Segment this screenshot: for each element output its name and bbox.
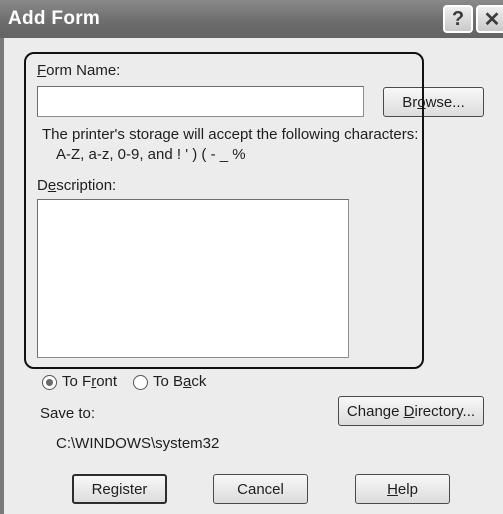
to-back-label-end: ck <box>191 373 207 390</box>
browse-label-end: wse... <box>425 93 465 111</box>
add-form-dialog: Add Form ? ✕ Form Name: Br o wse... The pr… <box>0 0 503 514</box>
save-to-label: Save to: <box>40 405 96 422</box>
close-button[interactable]: ✕ <box>476 5 503 33</box>
register-button[interactable]: Register <box>72 474 167 504</box>
to-back-radio[interactable] <box>133 375 148 390</box>
window-left-border <box>0 38 4 514</box>
change-directory-label-start: Change <box>346 402 404 420</box>
to-front-label-start: To F <box>62 373 92 390</box>
to-front-label-end: ont <box>96 373 118 390</box>
to-front-label[interactable]: To Front <box>62 373 117 390</box>
highlight-frame <box>24 52 424 369</box>
dialog-title: Add Form <box>8 8 101 29</box>
close-icon: ✕ <box>483 8 501 31</box>
help-button[interactable]: Help <box>355 474 450 504</box>
question-mark-icon: ? <box>451 7 465 30</box>
change-directory-label-end: irectory... <box>414 402 476 420</box>
help-hotkey: H <box>387 480 398 498</box>
change-directory-button[interactable]: Change Directory... <box>338 396 484 426</box>
help-label-end: elp <box>397 480 418 498</box>
to-front-radio[interactable] <box>42 375 57 390</box>
to-back-label-start: To B <box>153 373 184 390</box>
to-back-label[interactable]: To Back <box>153 373 206 390</box>
save-path: C:\WINDOWS\system32 <box>56 435 220 452</box>
help-title-button[interactable]: ? <box>443 5 473 33</box>
register-label: Register <box>91 480 148 498</box>
title-bar[interactable]: Add Form ? ✕ <box>0 0 503 38</box>
change-directory-hotkey: D <box>403 402 415 420</box>
cancel-button[interactable]: Cancel <box>213 474 308 504</box>
cancel-label: Cancel <box>237 480 284 498</box>
